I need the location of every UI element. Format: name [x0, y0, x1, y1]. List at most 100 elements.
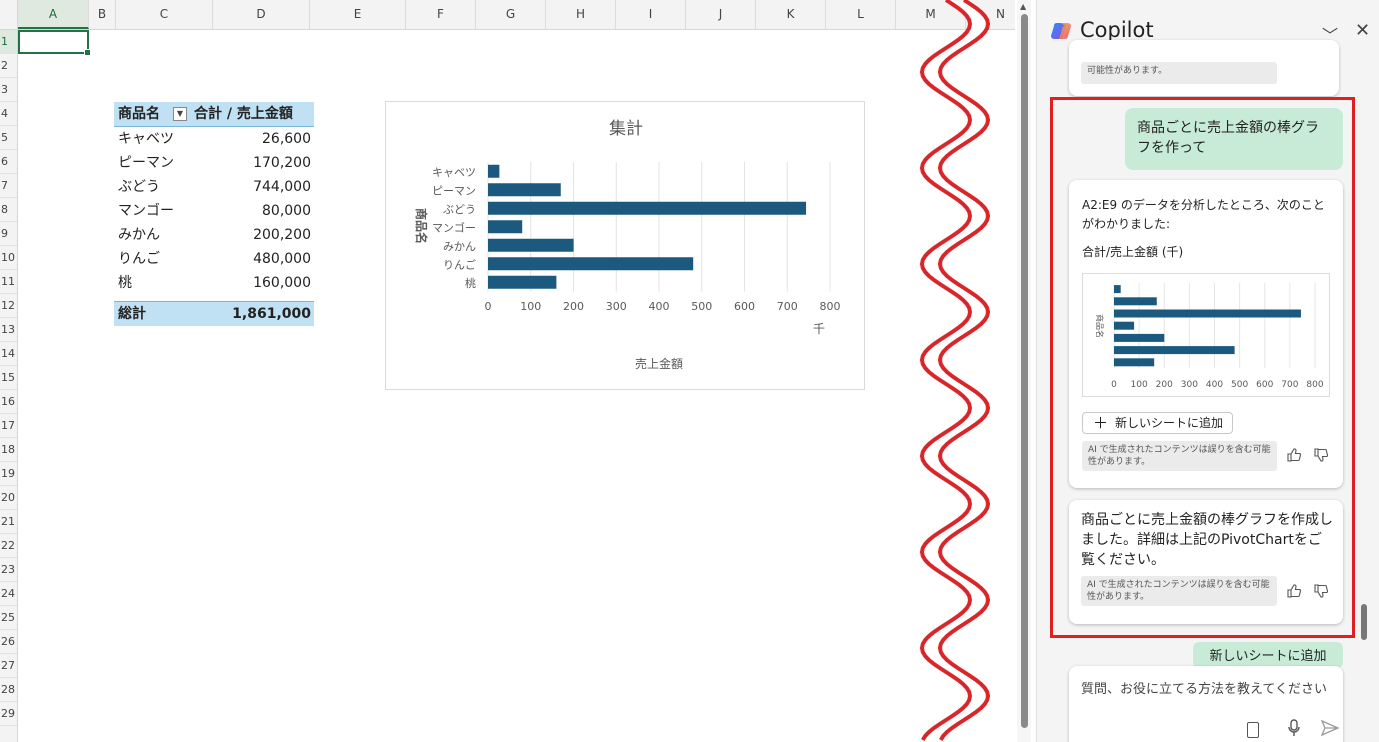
chart-bar[interactable] [488, 275, 557, 289]
column-header[interactable]: J [686, 0, 756, 29]
column-header[interactable]: G [476, 0, 546, 29]
y-category-label: キャベツ [432, 166, 476, 179]
row-header[interactable]: 3 [0, 78, 17, 102]
pivot-row-label: りんご [118, 251, 160, 267]
send-icon[interactable] [1321, 720, 1339, 736]
pivot-row[interactable]: みかん 200,200 [114, 223, 314, 247]
filter-dropdown-icon[interactable]: ▼ [173, 107, 187, 121]
red-highlight-box [1050, 97, 1355, 638]
row-header[interactable]: 19 [0, 462, 17, 486]
chart-bar[interactable] [488, 257, 694, 271]
row-header[interactable]: 29 [0, 702, 17, 726]
unit-label: 千 [813, 322, 825, 336]
pivot-row-label: ぶどう [118, 179, 160, 195]
x-tick-label: 400 [649, 300, 670, 313]
column-header[interactable]: I [616, 0, 686, 29]
row-header[interactable]: 4 [0, 102, 17, 126]
row-header[interactable]: 16 [0, 390, 17, 414]
pivot-row[interactable]: ピーマン 170,200 [114, 151, 314, 175]
microphone-icon[interactable] [1288, 719, 1300, 737]
x-tick-label: 100 [520, 300, 541, 313]
row-header[interactable]: 23 [0, 558, 17, 582]
pivot-row[interactable]: ぶどう 744,000 [114, 175, 314, 199]
column-header[interactable]: A [18, 0, 89, 29]
pivot-header-label: 商品名 [118, 106, 160, 122]
row-header[interactable]: 20 [0, 486, 17, 510]
pivot-row-label: キャベツ [118, 131, 174, 147]
prompt-library-icon[interactable] [1247, 722, 1259, 738]
copilot-logo-icon [1051, 23, 1071, 39]
x-tick-label: 0 [485, 300, 492, 313]
chart-bar[interactable] [488, 183, 561, 197]
row-header[interactable]: 8 [0, 198, 17, 222]
row-header[interactable]: 28 [0, 678, 17, 702]
x-tick-label: 800 [820, 300, 841, 313]
row-header[interactable]: 2 [0, 54, 17, 78]
x-axis-title: 売上金額 [635, 356, 683, 371]
row-header[interactable]: 18 [0, 438, 17, 462]
pivot-row-label: みかん [118, 227, 160, 243]
select-all-corner[interactable] [0, 0, 18, 30]
column-header[interactable]: L [826, 0, 896, 29]
column-header[interactable]: D [213, 0, 310, 29]
pivot-row[interactable]: マンゴー 80,000 [114, 199, 314, 223]
chat-input[interactable] [1079, 676, 1341, 702]
row-header[interactable]: 1 [0, 30, 17, 54]
chart-bar[interactable] [488, 164, 500, 178]
column-header[interactable]: C [116, 0, 213, 29]
spreadsheet-area[interactable]: ABCDEFGHIJKLMN 1 2 3 4 5 6 7 8 9 10 11 12 13 14 15 16 17… [0, 0, 1015, 742]
column-header[interactable]: F [406, 0, 476, 29]
column-header[interactable]: H [546, 0, 616, 29]
pivot-table[interactable]: 商品名 ▼ 合計 / 売上金額 キャベツ 26,600 ピーマン 170,200 ぶどう… [114, 102, 314, 326]
y-category-label: りんご [443, 257, 476, 271]
pivot-row-label: ピーマン [118, 155, 174, 171]
pivot-total-row: 総計 1,861,000 [114, 301, 314, 326]
close-icon[interactable]: ✕ [1355, 20, 1370, 41]
row-header[interactable]: 11 [0, 270, 17, 294]
pivot-total-label: 総計 [118, 306, 146, 322]
pivot-row[interactable]: キャベツ 26,600 [114, 127, 314, 151]
copilot-title: Copilot [1080, 18, 1154, 42]
row-header[interactable]: 22 [0, 534, 17, 558]
row-header[interactable]: 9 [0, 222, 17, 246]
pivot-header-value: 合計 / 売上金額 [194, 106, 293, 122]
x-tick-label: 500 [691, 300, 712, 313]
row-header[interactable]: 27 [0, 654, 17, 678]
row-header[interactable]: 26 [0, 630, 17, 654]
row-header[interactable]: 5 [0, 126, 17, 150]
sheet-scroll-thumb[interactable] [1021, 14, 1028, 728]
pivot-chart[interactable]: 集計 0 100 200 300 400 500 600 700 800 キャベツ ピーマン ぶどう マン… [385, 101, 865, 390]
copilot-scroll-thumb[interactable] [1361, 604, 1367, 640]
row-header[interactable]: 6 [0, 150, 17, 174]
column-header[interactable]: K [756, 0, 826, 29]
row-header[interactable]: 24 [0, 582, 17, 606]
row-header[interactable]: 15 [0, 366, 17, 390]
x-tick-label: 700 [777, 300, 798, 313]
row-header[interactable]: 17 [0, 414, 17, 438]
copilot-pane: Copilot ﹀ ✕ 可能性があります。 商品ごとに売上金額の棒グラフを作って… [1036, 0, 1379, 742]
pivot-row-value: 160,000 [253, 275, 311, 291]
chart-bar[interactable] [488, 201, 807, 215]
y-category-label: ピーマン [432, 184, 476, 197]
y-category-label: マンゴー [432, 220, 476, 234]
pivot-row[interactable]: 桃 160,000 [114, 271, 314, 295]
row-header[interactable]: 12 [0, 294, 17, 318]
row-header[interactable]: 7 [0, 174, 17, 198]
column-header[interactable]: E [310, 0, 406, 29]
row-header[interactable]: 14 [0, 342, 17, 366]
row-headers: 1 2 3 4 5 6 7 8 9 10 11 12 13 14 15 16 17 18 19 20 21 22 23 24 2… [0, 30, 18, 742]
column-header[interactable]: B [89, 0, 116, 29]
pivot-row[interactable]: りんご 480,000 [114, 247, 314, 271]
row-header[interactable]: 10 [0, 246, 17, 270]
scroll-up-icon[interactable]: ▲ [1020, 2, 1026, 11]
x-tick-label: 600 [734, 300, 755, 313]
suggestion-chip[interactable]: 新しいシートに追加 [1193, 642, 1343, 668]
chart-bar[interactable] [488, 220, 523, 234]
selected-cell[interactable] [18, 30, 91, 56]
row-header[interactable]: 25 [0, 606, 17, 630]
row-header[interactable]: 13 [0, 318, 17, 342]
sheet-vertical-scrollbar[interactable]: ▲ [1017, 0, 1031, 742]
pivot-header-row: 商品名 ▼ 合計 / 売上金額 [114, 102, 314, 127]
row-header[interactable]: 21 [0, 510, 17, 534]
chart-bar[interactable] [488, 238, 574, 252]
